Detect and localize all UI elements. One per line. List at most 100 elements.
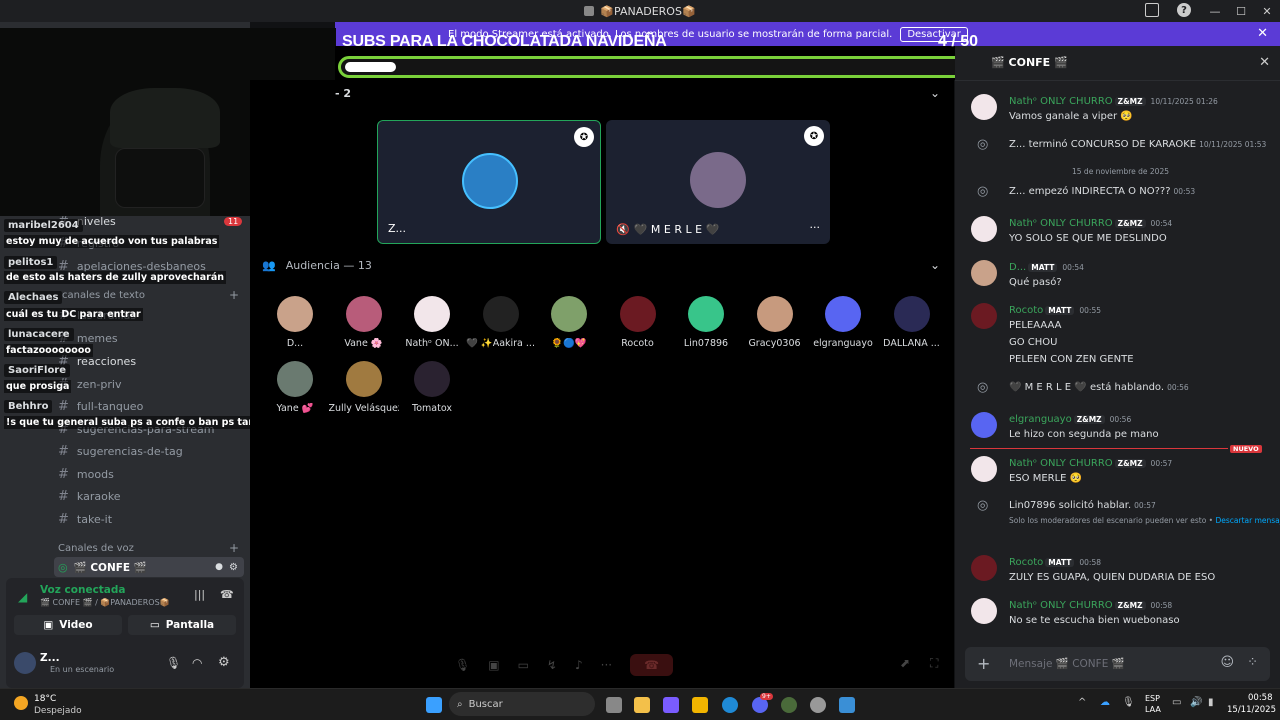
- network-icon[interactable]: ▭: [1172, 697, 1181, 708]
- obs-icon[interactable]: [810, 697, 826, 713]
- screen-share-button[interactable]: ▭ Pantalla: [128, 615, 236, 635]
- audience-member[interactable]: Rocoto: [603, 296, 673, 349]
- chat-input-box[interactable]: + Mensaje 🎬 CONFE 🎬 ☺ ⁘: [965, 647, 1270, 681]
- channel-item[interactable]: # take-it: [58, 512, 112, 527]
- more-icon[interactable]: ···: [601, 658, 612, 672]
- chat-icon[interactable]: ●: [215, 562, 223, 572]
- mic-icon[interactable]: 🎙: [166, 656, 181, 670]
- system-text: Lin07896 solicitó hablar. 00:57: [1009, 500, 1156, 511]
- audience-member[interactable]: 🖤 ✨Aakira ...: [466, 296, 536, 349]
- fullscreen-icon[interactable]: ⛶: [930, 656, 938, 671]
- video-button[interactable]: ▣ Video: [14, 615, 122, 635]
- edge-icon[interactable]: [722, 697, 738, 713]
- audience-member[interactable]: Lin07896: [671, 296, 741, 349]
- app-icon[interactable]: [839, 697, 855, 713]
- audience-member[interactable]: elgranguayo: [808, 296, 878, 349]
- avatar[interactable]: [971, 598, 997, 624]
- voice-channel-confe[interactable]: ◎ 🎬 CONFE 🎬 ● ⚙: [54, 557, 244, 577]
- audience-member[interactable]: DALLANA ...: [877, 296, 947, 349]
- leave-icon[interactable]: ☎: [630, 654, 674, 676]
- speaker-tile[interactable]: ✪ Z...: [377, 120, 601, 244]
- inbox-icon[interactable]: [1145, 3, 1159, 17]
- audience-member[interactable]: Gracy0306: [740, 296, 810, 349]
- tray-chevron-icon[interactable]: ^: [1078, 697, 1086, 708]
- store-icon[interactable]: [634, 697, 650, 713]
- audience-member[interactable]: 🌻🔵💖: [534, 296, 604, 349]
- clock-time[interactable]: 00:58: [1248, 693, 1273, 703]
- dismiss-link[interactable]: Descartar mensaje: [1213, 516, 1280, 525]
- chevron-down-icon[interactable]: ⌄: [930, 86, 940, 100]
- user-settings-icon[interactable]: ⚙: [218, 655, 230, 670]
- disconnect-icon[interactable]: ☎: [220, 588, 234, 601]
- audience-member[interactable]: Vane 🌸: [329, 296, 399, 349]
- activity-icon[interactable]: ♪: [575, 658, 583, 672]
- audience-member[interactable]: D...: [260, 296, 330, 349]
- file-explorer-icon[interactable]: [692, 697, 708, 713]
- avatar[interactable]: [971, 94, 997, 120]
- app-icon[interactable]: [781, 697, 797, 713]
- speaker-tile[interactable]: ✪ 🔇 🖤 M E R L E 🖤 ···: [606, 120, 830, 244]
- battery-icon[interactable]: ▮: [1208, 697, 1214, 708]
- avatar[interactable]: [971, 456, 997, 482]
- settings-icon[interactable]: ⚙: [229, 562, 238, 573]
- add-attachment-icon[interactable]: +: [977, 654, 990, 673]
- screen-share-icon[interactable]: ▭: [518, 658, 529, 672]
- text-category[interactable]: canales de texto: [62, 290, 145, 301]
- avatar[interactable]: [971, 260, 997, 286]
- user-name[interactable]: Z...: [40, 652, 60, 664]
- move-to-audience-icon[interactable]: ↯: [547, 658, 557, 672]
- mic-tray-icon[interactable]: 🎙: [1122, 697, 1135, 708]
- maximize-button[interactable]: ☐: [1228, 0, 1254, 22]
- username[interactable]: Nathᵒ ONLY CHURRO: [1009, 600, 1113, 611]
- add-channel-icon[interactable]: +: [229, 288, 239, 302]
- message-input[interactable]: Mensaje 🎬 CONFE 🎬: [1009, 657, 1125, 670]
- channel-item[interactable]: # moods: [58, 467, 114, 482]
- onedrive-icon[interactable]: ☁: [1100, 697, 1110, 708]
- audience-member[interactable]: Tomatox: [397, 361, 467, 414]
- username[interactable]: Nathᵒ ONLY CHURRO: [1009, 96, 1113, 107]
- avatar[interactable]: [971, 555, 997, 581]
- avatar[interactable]: [971, 216, 997, 242]
- username[interactable]: Nathᵒ ONLY CHURRO: [1009, 218, 1113, 229]
- voice-location[interactable]: 🎬 CONFE 🎬 / 📦PANADEROS📦: [40, 598, 170, 607]
- username[interactable]: Nathᵒ ONLY CHURRO: [1009, 458, 1113, 469]
- voice-status[interactable]: Voz conectada: [40, 584, 126, 596]
- message-text: YO SOLO SE QUE ME DESLINDO: [1009, 233, 1167, 244]
- username[interactable]: elgranguayo: [1009, 414, 1072, 425]
- popout-icon[interactable]: ⬈: [900, 656, 910, 670]
- more-options-icon[interactable]: ···: [810, 221, 821, 234]
- channel-item[interactable]: # sugerencias-de-tag: [58, 444, 183, 459]
- headphones-icon[interactable]: ◠: [192, 656, 202, 670]
- add-voice-channel-icon[interactable]: +: [229, 541, 239, 555]
- weather-temp[interactable]: 18°C: [34, 694, 56, 704]
- audience-member[interactable]: Yane 💕: [260, 361, 330, 414]
- lang-label[interactable]: ESP: [1145, 694, 1160, 703]
- avatar[interactable]: [971, 303, 997, 329]
- username[interactable]: Rocoto: [1009, 557, 1043, 568]
- taskbar-search[interactable]: ⌕ Buscar: [449, 692, 595, 716]
- username[interactable]: Rocoto: [1009, 305, 1043, 316]
- camera-icon[interactable]: ▣: [488, 658, 499, 672]
- minimize-button[interactable]: —: [1202, 0, 1228, 22]
- noise-icon[interactable]: |||: [194, 588, 205, 601]
- close-window-button[interactable]: ✕: [1254, 0, 1280, 22]
- chevron-down-icon[interactable]: ⌄: [930, 258, 940, 272]
- start-icon[interactable]: [426, 697, 442, 713]
- help-icon[interactable]: ?: [1177, 3, 1191, 17]
- task-view-icon[interactable]: [606, 697, 622, 713]
- close-banner-icon[interactable]: ✕: [1257, 26, 1268, 41]
- user-avatar[interactable]: [14, 652, 36, 674]
- username[interactable]: D...: [1009, 262, 1026, 273]
- mic-icon[interactable]: 🎙: [455, 658, 470, 672]
- apps-icon[interactable]: ⁘: [1247, 655, 1258, 670]
- audience-member[interactable]: Nathᵒ ON...: [397, 296, 467, 349]
- audience-member[interactable]: Zully Velásquez: [329, 361, 399, 414]
- volume-icon[interactable]: 🔊: [1190, 697, 1202, 708]
- avatar[interactable]: [971, 412, 997, 438]
- voice-category[interactable]: Canales de voz: [58, 543, 134, 554]
- emoji-icon[interactable]: ☺: [1220, 655, 1234, 670]
- channel-item[interactable]: # full-tanqueo: [58, 399, 143, 414]
- copilot-icon[interactable]: [663, 697, 679, 713]
- close-chat-icon[interactable]: ✕: [1259, 55, 1270, 70]
- channel-item[interactable]: # karaoke: [58, 489, 121, 504]
